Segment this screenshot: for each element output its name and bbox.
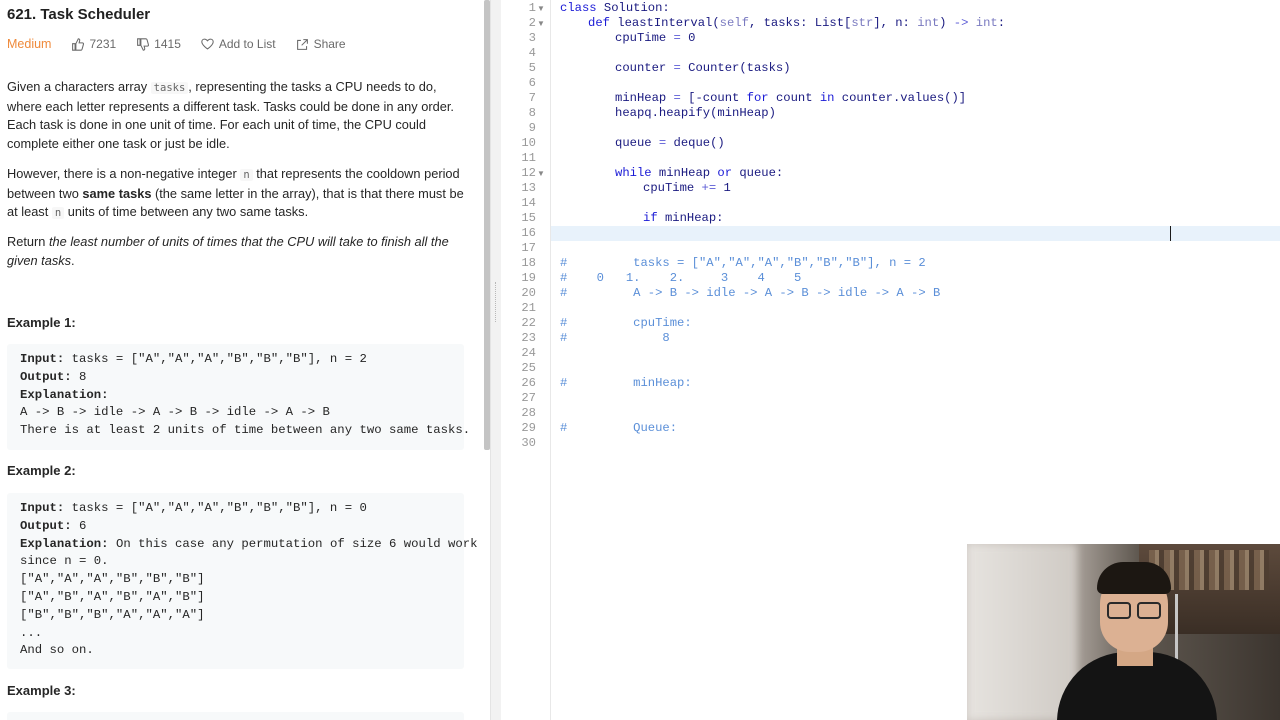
line-number: 5 bbox=[528, 61, 536, 75]
code-line-3: cpuTime = 0 bbox=[615, 31, 696, 45]
line-number: 2 bbox=[528, 16, 536, 30]
line-number: 29 bbox=[521, 421, 536, 435]
code-line-18: # tasks = ["A","A","A","B","B","B"], n =… bbox=[560, 256, 926, 270]
code-line-23: # 8 bbox=[560, 331, 670, 345]
line-number: 6 bbox=[528, 76, 536, 90]
line-number: 3 bbox=[528, 31, 536, 45]
code-line-5: counter = Counter(tasks) bbox=[615, 61, 791, 75]
line-number: 11 bbox=[521, 151, 536, 165]
code-line-1: class Solution: bbox=[560, 1, 670, 15]
description-paragraph-1: Given a characters array tasks, represen… bbox=[7, 79, 454, 151]
line-number: 16 bbox=[521, 226, 536, 240]
code-line-7: minHeap = [-count for count in counter.v… bbox=[615, 91, 967, 105]
example-2-box: Input: tasks = ["A","A","A","B","B","B"]… bbox=[7, 493, 478, 669]
line-number: 7 bbox=[528, 91, 536, 105]
add-to-list-label: Add to List bbox=[218, 37, 276, 51]
thumbs-up-icon bbox=[72, 37, 85, 51]
share-icon bbox=[296, 38, 308, 50]
line-number: 4 bbox=[528, 46, 536, 60]
line-number: 14 bbox=[521, 196, 536, 210]
share-button[interactable]: Share bbox=[296, 37, 346, 51]
code-line-10: queue = deque() bbox=[615, 136, 725, 150]
example-3-box bbox=[7, 712, 464, 720]
inline-code: tasks bbox=[150, 82, 189, 94]
text-cursor bbox=[1170, 226, 1171, 241]
line-number: 9 bbox=[528, 121, 536, 135]
add-to-list-button[interactable]: Add to List bbox=[201, 37, 276, 51]
line-number: 22 bbox=[521, 316, 536, 330]
difficulty-badge: Medium bbox=[7, 37, 52, 51]
example-2-title: Example 2: bbox=[7, 463, 76, 478]
problem-panel: 621. Task Scheduler Medium 7231 1415 Add… bbox=[0, 0, 484, 720]
line-number: 30 bbox=[521, 436, 536, 450]
line-number: 10 bbox=[521, 136, 536, 150]
likes-count: 7231 bbox=[89, 37, 117, 51]
line-number: 21 bbox=[521, 301, 536, 315]
line-number: 17 bbox=[521, 241, 536, 255]
code-line-20: # A -> B -> idle -> A -> B -> idle -> A … bbox=[560, 286, 941, 300]
heart-icon bbox=[201, 38, 214, 50]
line-number: 15 bbox=[521, 211, 536, 225]
fold-arrow-icon[interactable]: ▼ bbox=[537, 166, 545, 181]
share-label: Share bbox=[313, 37, 346, 51]
example-1-box: Input: tasks = ["A","A","A","B","B","B"]… bbox=[7, 344, 470, 450]
line-number: 8 bbox=[528, 106, 536, 120]
code-line-19: # 0 1. 2. 3 4 5 bbox=[560, 271, 802, 285]
line-number: 27 bbox=[521, 391, 536, 405]
webcam-overlay bbox=[967, 544, 1280, 720]
fold-arrow-icon[interactable]: ▼ bbox=[537, 1, 545, 16]
example-3-title: Example 3: bbox=[7, 683, 76, 698]
dislike-button[interactable]: 1415 bbox=[136, 37, 181, 51]
example-1-title: Example 1: bbox=[7, 315, 76, 330]
line-number: 20 bbox=[521, 286, 536, 300]
code-line-13: cpuTime += 1 bbox=[643, 181, 731, 195]
code-line-8: heapq.heapify(minHeap) bbox=[615, 106, 776, 120]
line-number: 13 bbox=[521, 181, 536, 195]
line-number: 12 bbox=[521, 166, 536, 180]
code-line-2: def leastInterval(self, tasks: List[str]… bbox=[588, 16, 1006, 30]
like-button[interactable]: 7231 bbox=[71, 37, 116, 51]
code-line-26: # minHeap: bbox=[560, 376, 692, 390]
code-line-12: while minHeap or queue: bbox=[615, 166, 784, 180]
code-line-22: # cpuTime: bbox=[560, 316, 692, 330]
code-line-29: # Queue: bbox=[560, 421, 678, 435]
problem-meta-bar: Medium 7231 1415 Add to List Share bbox=[7, 36, 366, 52]
problem-title: 621. Task Scheduler bbox=[7, 6, 151, 23]
line-number: 23 bbox=[521, 331, 536, 345]
line-number: 25 bbox=[521, 361, 536, 375]
line-number: 1 bbox=[528, 1, 536, 15]
dislikes-count: 1415 bbox=[154, 37, 181, 51]
inline-code: n bbox=[240, 169, 253, 181]
fold-arrow-icon[interactable]: ▼ bbox=[537, 16, 545, 31]
code-line-15: if minHeap: bbox=[643, 211, 724, 225]
line-number: 18 bbox=[521, 256, 536, 270]
line-number: 19 bbox=[521, 271, 536, 285]
thumbs-down-icon bbox=[137, 37, 150, 51]
line-number-gutter: 1 ▼ 2 ▼ 3 4 5 6 7 8 9 10 11 12 ▼ 13 14 1… bbox=[501, 0, 551, 720]
line-number: 28 bbox=[521, 406, 536, 420]
line-number: 26 bbox=[521, 376, 536, 390]
inline-code: n bbox=[51, 207, 65, 219]
description-paragraph-3: Return the least number of units of time… bbox=[7, 234, 449, 268]
description-paragraph-2: However, there is a non-negative integer… bbox=[7, 166, 464, 219]
line-number: 24 bbox=[521, 346, 536, 360]
